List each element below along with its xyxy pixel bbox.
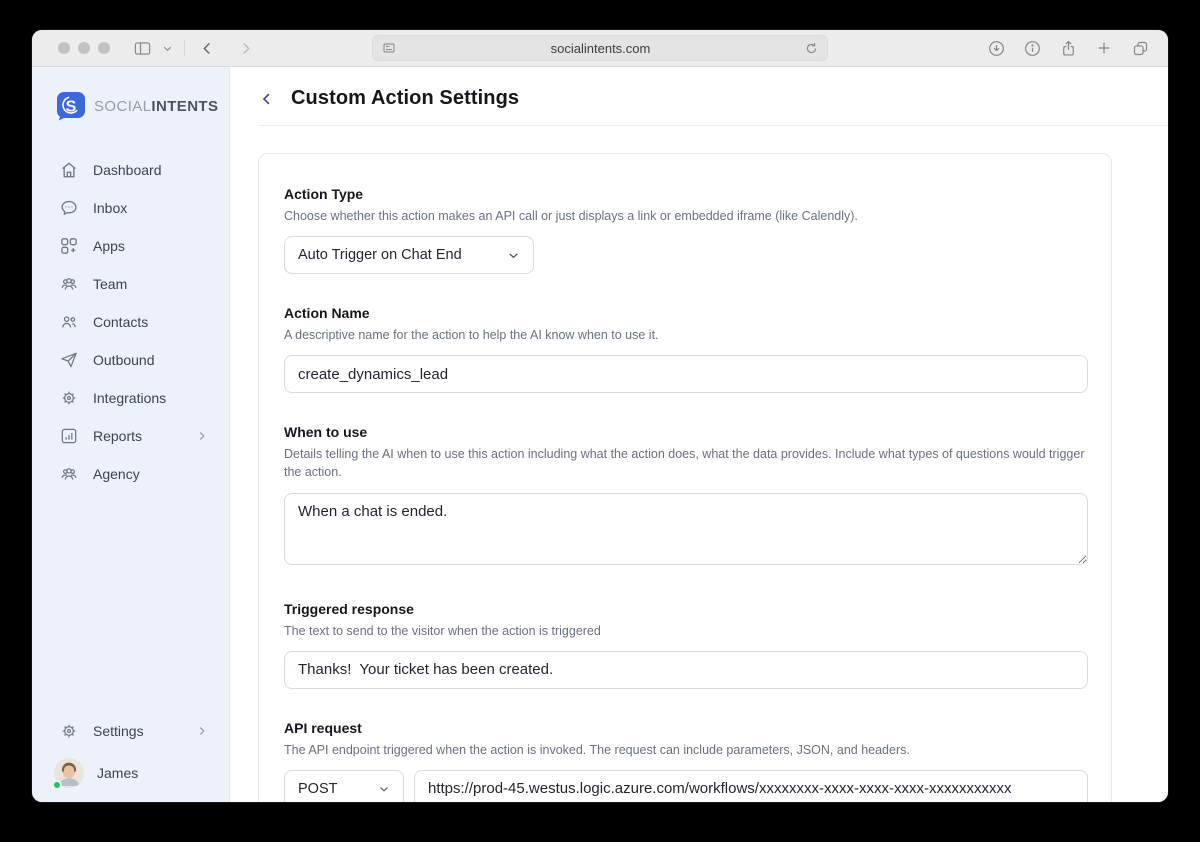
- sidebar-item-apps[interactable]: Apps: [32, 227, 229, 265]
- sidebar-item-team[interactable]: Team: [32, 265, 229, 303]
- sidebar-chevron-down-icon[interactable]: [158, 35, 176, 61]
- sidebar-item-label: Team: [93, 276, 127, 292]
- apps-grid-icon: [59, 236, 79, 256]
- main-content: Custom Action Settings Action Type Choos…: [230, 67, 1168, 802]
- when-to-use-textarea[interactable]: When a chat is ended.: [284, 493, 1088, 565]
- browser-toolbar: socialintents.com: [32, 30, 1168, 67]
- sidebar-toggle-icon[interactable]: [128, 35, 156, 61]
- cog-icon: [59, 388, 79, 408]
- http-method-selected-value: POST: [298, 781, 337, 797]
- action-type-selected-value: Auto Trigger on Chat End: [298, 247, 462, 263]
- chevron-left-icon: [258, 90, 276, 108]
- sidebar-item-label: Integrations: [93, 390, 166, 406]
- home-icon: [59, 160, 79, 180]
- triggered-response-label: Triggered response: [284, 601, 1088, 617]
- contacts-icon: [59, 312, 79, 332]
- action-type-section: Action Type Choose whether this action m…: [284, 186, 1088, 274]
- close-window-button[interactable]: [58, 42, 70, 54]
- triggered-response-section: Triggered response The text to send to t…: [284, 601, 1088, 689]
- page-title: Custom Action Settings: [291, 87, 519, 110]
- sidebar-item-contacts[interactable]: Contacts: [32, 303, 229, 341]
- online-status-dot: [52, 780, 62, 790]
- share-icon[interactable]: [1054, 35, 1082, 61]
- sidebar-item-label: Apps: [93, 238, 125, 254]
- action-name-description: A descriptive name for the action to hel…: [284, 326, 1088, 344]
- sidebar-item-label: Dashboard: [93, 162, 162, 178]
- action-type-description: Choose whether this action makes an API …: [284, 207, 1088, 225]
- downloads-icon[interactable]: [982, 35, 1010, 61]
- chevron-down-icon: [506, 248, 521, 263]
- back-button[interactable]: [193, 35, 221, 61]
- sidebar-item-label: Agency: [93, 466, 140, 482]
- when-to-use-label: When to use: [284, 424, 1088, 440]
- sidebar-item-label: Outbound: [93, 352, 155, 368]
- sidebar-item-label: Inbox: [93, 200, 127, 216]
- brand-logo[interactable]: S SOCIALINTENTS: [32, 91, 229, 121]
- people-group-icon: [59, 464, 79, 484]
- action-type-select[interactable]: Auto Trigger on Chat End: [284, 236, 534, 274]
- browser-window: socialintents.com: [32, 30, 1168, 802]
- brand-logo-icon: S: [56, 91, 86, 121]
- forward-button[interactable]: [231, 35, 259, 61]
- sidebar-item-outbound[interactable]: Outbound: [32, 341, 229, 379]
- http-method-select[interactable]: POST: [284, 770, 404, 802]
- toolbar-separator: [184, 40, 185, 56]
- page-settings-icon[interactable]: [381, 40, 397, 56]
- sidebar-item-integrations[interactable]: Integrations: [32, 379, 229, 417]
- sidebar-item-inbox[interactable]: Inbox: [32, 189, 229, 227]
- minimize-window-button[interactable]: [78, 42, 90, 54]
- sidebar-item-label: Reports: [93, 428, 142, 444]
- sidebar-item-label: Settings: [93, 723, 144, 739]
- brand-name: SOCIALINTENTS: [94, 98, 218, 115]
- sidebar-item-label: Contacts: [93, 314, 148, 330]
- bar-chart-icon: [59, 426, 79, 446]
- reload-icon[interactable]: [804, 41, 819, 56]
- sidebar-footer: Settings: [32, 712, 229, 802]
- page-header: Custom Action Settings: [230, 67, 1168, 125]
- info-icon[interactable]: [1018, 35, 1046, 61]
- chevron-right-icon: [195, 429, 209, 443]
- chat-bubble-icon: [59, 198, 79, 218]
- sidebar-item-agency[interactable]: Agency: [32, 455, 229, 493]
- action-name-section: Action Name A descriptive name for the a…: [284, 305, 1088, 393]
- api-request-label: API request: [284, 720, 1088, 736]
- gear-icon: [59, 721, 79, 741]
- triggered-response-description: The text to send to the visitor when the…: [284, 622, 1088, 640]
- action-name-input[interactable]: [284, 355, 1088, 393]
- settings-card: Action Type Choose whether this action m…: [258, 153, 1112, 802]
- sidebar-item-reports[interactable]: Reports: [32, 417, 229, 455]
- address-bar[interactable]: socialintents.com: [372, 35, 828, 61]
- user-name: James: [97, 765, 138, 781]
- when-to-use-description: Details telling the AI when to use this …: [284, 445, 1088, 481]
- sidebar: S SOCIALINTENTS Dashboard Inbox: [32, 67, 230, 802]
- people-group-icon: [59, 274, 79, 294]
- zoom-window-button[interactable]: [98, 42, 110, 54]
- back-chevron-button[interactable]: [258, 90, 276, 108]
- sidebar-item-dashboard[interactable]: Dashboard: [32, 151, 229, 189]
- header-divider: [258, 125, 1168, 126]
- chevron-down-icon: [377, 782, 391, 796]
- triggered-response-input[interactable]: [284, 651, 1088, 689]
- api-request-section: API request The API endpoint triggered w…: [284, 720, 1088, 802]
- window-controls: [58, 42, 110, 54]
- paper-plane-icon: [59, 350, 79, 370]
- new-tab-icon[interactable]: [1090, 35, 1118, 61]
- sidebar-item-settings[interactable]: Settings: [32, 712, 229, 750]
- api-url-input[interactable]: [414, 770, 1088, 802]
- action-type-label: Action Type: [284, 186, 1088, 202]
- api-request-description: The API endpoint triggered when the acti…: [284, 741, 1088, 759]
- when-to-use-section: When to use Details telling the AI when …: [284, 424, 1088, 569]
- action-name-label: Action Name: [284, 305, 1088, 321]
- chevron-right-icon: [195, 724, 209, 738]
- url-text[interactable]: socialintents.com: [397, 41, 804, 56]
- tab-overview-icon[interactable]: [1126, 35, 1154, 61]
- user-menu[interactable]: James: [32, 750, 229, 796]
